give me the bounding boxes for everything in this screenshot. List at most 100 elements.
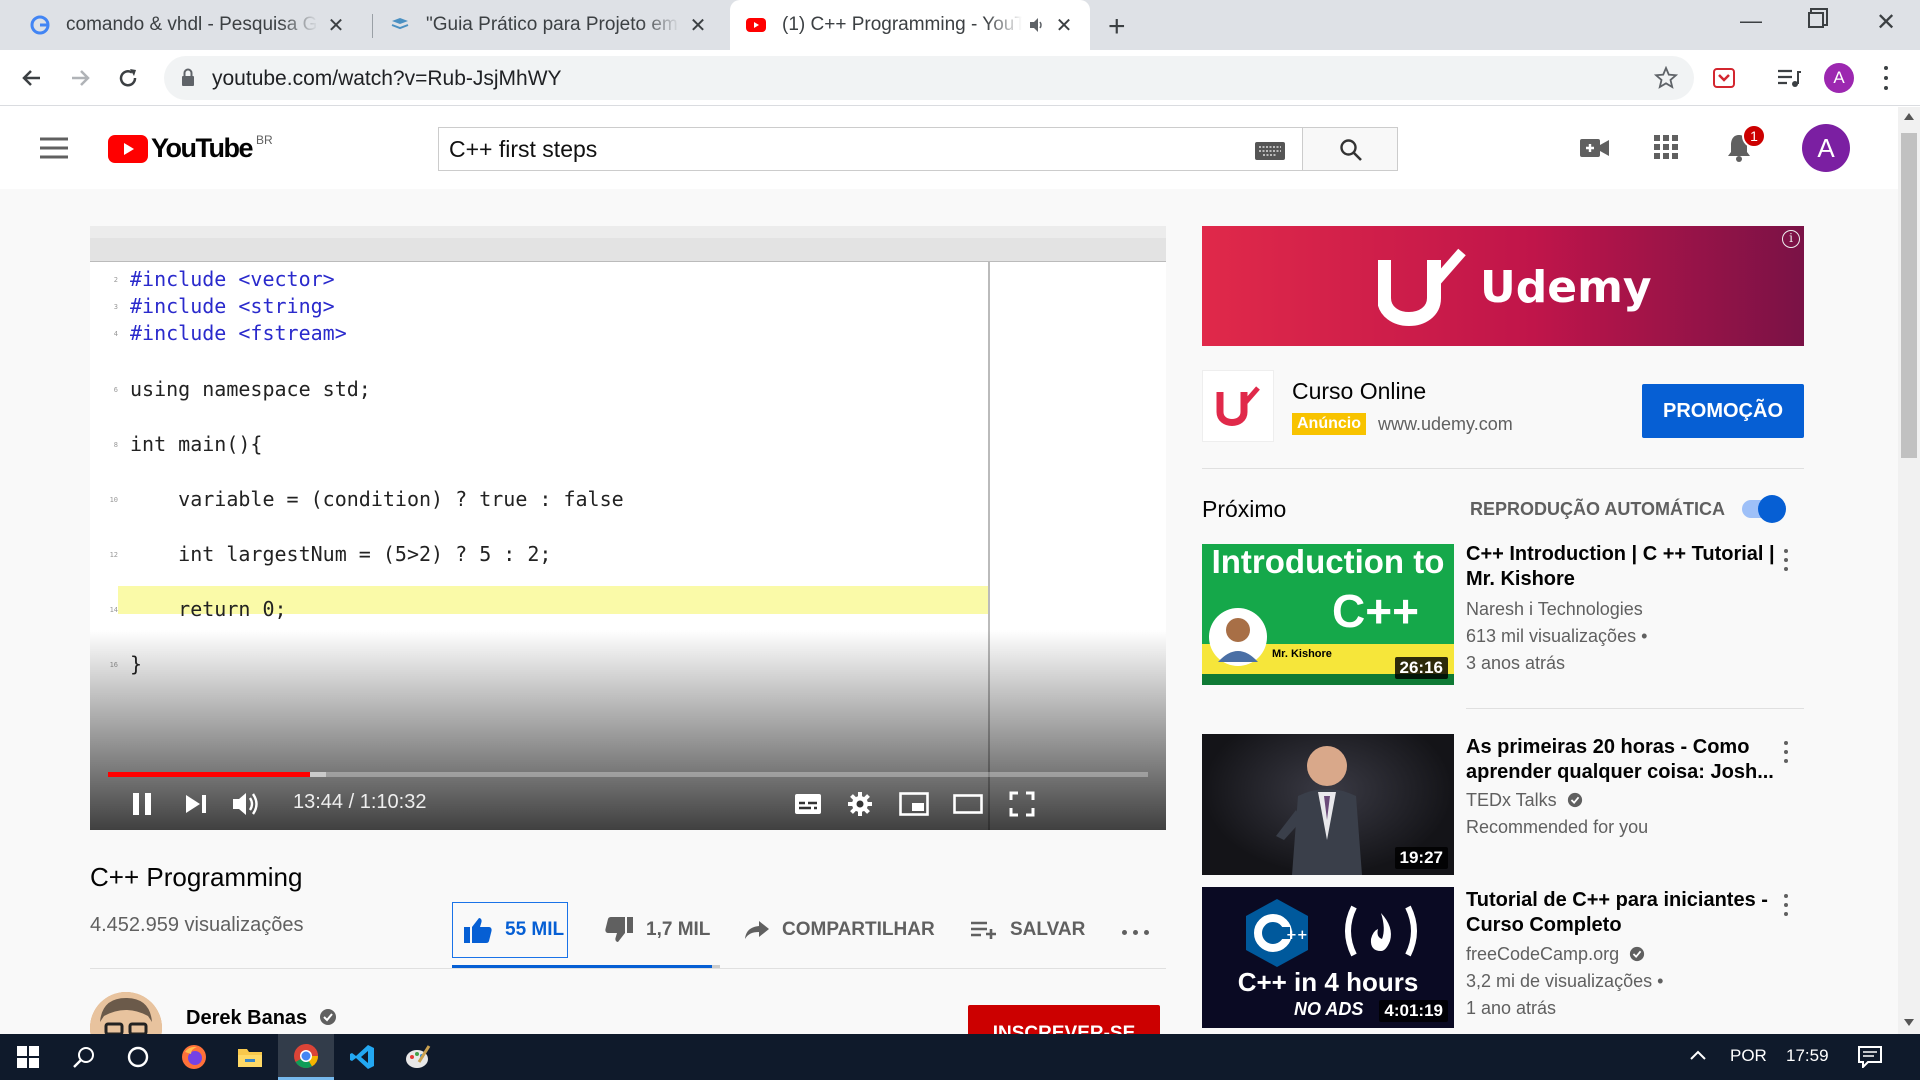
more-actions-icon[interactable]: [1122, 928, 1152, 936]
youtube-logo[interactable]: YouTube BR: [108, 133, 273, 164]
recommendation-channel-text: TEDx Talks: [1466, 790, 1557, 810]
task-view-button[interactable]: [110, 1034, 166, 1080]
ad-title[interactable]: Curso Online: [1292, 378, 1426, 405]
fullscreen-button[interactable]: [1004, 786, 1040, 822]
hamburger-menu-icon[interactable]: [40, 137, 68, 159]
speaker-icon[interactable]: [1028, 16, 1046, 34]
pocket-extension-icon[interactable]: [1712, 66, 1736, 90]
recommendation-channel[interactable]: TEDx Talks: [1466, 787, 1583, 814]
recommendation-thumbnail[interactable]: 19:27: [1202, 734, 1454, 875]
next-video-button[interactable]: [178, 786, 214, 822]
ad-info-icon[interactable]: i: [1782, 230, 1800, 248]
scroll-down-icon[interactable]: [1904, 1019, 1914, 1026]
video-duration: 26:16: [1394, 657, 1448, 679]
bookmark-star-icon[interactable]: [1654, 66, 1678, 90]
show-hidden-icons-icon[interactable]: [1690, 1050, 1706, 1060]
autoplay-toggle-knob[interactable]: [1758, 495, 1786, 523]
taskbar-vscode[interactable]: [334, 1034, 390, 1080]
subtitles-button[interactable]: [790, 786, 826, 822]
divider: [1466, 708, 1804, 709]
taskbar-paint[interactable]: [390, 1034, 446, 1080]
tab-guia-pratico[interactable]: "Guia Prático para Projeto em VH ✕: [374, 0, 724, 50]
input-language[interactable]: POR: [1730, 1046, 1767, 1066]
browser-toolbar: youtube.com/watch?v=Rub-JsjMhWY A: [0, 50, 1920, 106]
forward-icon[interactable]: [68, 66, 92, 90]
system-clock[interactable]: 17:59: [1786, 1046, 1829, 1066]
recommendation-channel[interactable]: Naresh i Technologies: [1466, 596, 1643, 623]
save-button[interactable]: SALVAR: [970, 902, 1085, 958]
settings-button[interactable]: [842, 786, 878, 822]
windows-logo-icon: [17, 1046, 39, 1068]
code-text: using namespace std;: [130, 377, 371, 401]
account-avatar[interactable]: A: [1802, 124, 1850, 172]
restore-icon[interactable]: [1808, 12, 1824, 28]
ad-banner[interactable]: Udemy i: [1202, 226, 1804, 346]
chrome-menu-icon[interactable]: [1884, 64, 1888, 92]
add-to-playlist-icon: [971, 921, 996, 939]
svg-text:++: ++: [1286, 928, 1308, 943]
ad-badge: Anúncio: [1292, 413, 1366, 435]
start-button[interactable]: [0, 1034, 56, 1080]
progress-bar[interactable]: [108, 772, 1148, 777]
back-icon[interactable]: [20, 66, 44, 90]
recommendation-thumbnail[interactable]: ++ C++ in 4 hours NO ADS 4:01:19: [1202, 887, 1454, 1028]
tab-close-icon[interactable]: ✕: [688, 13, 708, 38]
dislike-button[interactable]: 1,7 MIL: [604, 902, 710, 958]
line-number: 4: [113, 330, 118, 338]
thumb-caption: Mr. Kishore: [1272, 648, 1332, 660]
theater-mode-button[interactable]: [950, 786, 986, 822]
window-close-icon[interactable]: ✕: [1876, 8, 1896, 37]
search-button[interactable]: [1302, 127, 1398, 171]
more-options-icon[interactable]: [1780, 892, 1792, 920]
region-code: BR: [255, 132, 273, 147]
recommendation-title[interactable]: As primeiras 20 horas - Como aprender qu…: [1466, 735, 1776, 785]
profile-avatar[interactable]: A: [1824, 63, 1854, 93]
more-options-icon[interactable]: [1780, 739, 1792, 767]
video-player[interactable]: 2 #include <vector> 3 #include <string> …: [90, 226, 1166, 830]
thumb-caption: Introduction to: [1211, 544, 1445, 580]
advertiser-logo[interactable]: [1202, 370, 1274, 442]
scroll-up-icon[interactable]: [1904, 113, 1914, 120]
tab-google-search[interactable]: comando & vhdl - Pesquisa Goo ✕: [14, 0, 362, 50]
tab-close-icon[interactable]: ✕: [1054, 13, 1074, 38]
recommendation-views: 613 mil visualizações •: [1466, 626, 1648, 646]
recommendation-channel[interactable]: freeCodeCamp.org: [1466, 941, 1645, 968]
keyboard-icon[interactable]: [1255, 142, 1285, 160]
divider: [90, 968, 1166, 969]
ad-cta-button[interactable]: PROMOÇÃO: [1642, 384, 1804, 438]
taskbar-chrome[interactable]: [278, 1034, 334, 1080]
more-options-icon[interactable]: [1780, 547, 1792, 575]
miniplayer-button[interactable]: [896, 786, 932, 822]
taskbar-search-button[interactable]: [56, 1034, 112, 1080]
share-button[interactable]: COMPARTILHAR: [744, 902, 935, 958]
create-video-icon[interactable]: [1580, 137, 1610, 159]
apps-grid-icon[interactable]: [1654, 135, 1678, 159]
new-tab-icon[interactable]: +: [1108, 10, 1126, 44]
tab-close-icon[interactable]: ✕: [326, 13, 346, 38]
media-queue-icon[interactable]: [1776, 66, 1802, 90]
view-count: 4.452.959 visualizações: [90, 914, 304, 936]
tab-title: comando & vhdl - Pesquisa Goo: [66, 14, 318, 35]
taskbar-file-explorer[interactable]: [222, 1034, 278, 1080]
code-text: return 0;: [130, 597, 287, 621]
action-center-icon[interactable]: [1858, 1046, 1882, 1068]
tab-youtube-cpp[interactable]: (1) C++ Programming - YouT ✕: [730, 0, 1090, 50]
search-input[interactable]: [449, 128, 1229, 170]
reload-icon[interactable]: [116, 66, 140, 90]
youtube-play-logo-icon: [108, 134, 148, 163]
taskbar-firefox[interactable]: [166, 1034, 222, 1080]
volume-button[interactable]: [228, 786, 264, 822]
recommendation-title[interactable]: C++ Introduction | C ++ Tutorial | Mr. K…: [1466, 542, 1776, 592]
like-button[interactable]: 55 MIL: [452, 902, 568, 958]
recommendation-age: 3 anos atrás: [1466, 653, 1566, 673]
minimize-icon[interactable]: —: [1740, 8, 1762, 34]
recommendation-thumbnail[interactable]: Introduction to C++ Mr. Kishore 26:16: [1202, 544, 1454, 685]
scrollbar-thumb[interactable]: [1901, 133, 1917, 458]
address-bar[interactable]: youtube.com/watch?v=Rub-JsjMhWY: [164, 56, 1694, 100]
up-next-heading: Próximo: [1202, 496, 1287, 522]
lock-icon[interactable]: [180, 68, 196, 88]
recommendation-title[interactable]: Tutorial de C++ para iniciantes - Curso …: [1466, 888, 1776, 938]
channel-name[interactable]: Derek Banas: [186, 1007, 337, 1030]
pause-button[interactable]: [124, 786, 160, 822]
page-scrollbar[interactable]: [1898, 107, 1920, 1034]
